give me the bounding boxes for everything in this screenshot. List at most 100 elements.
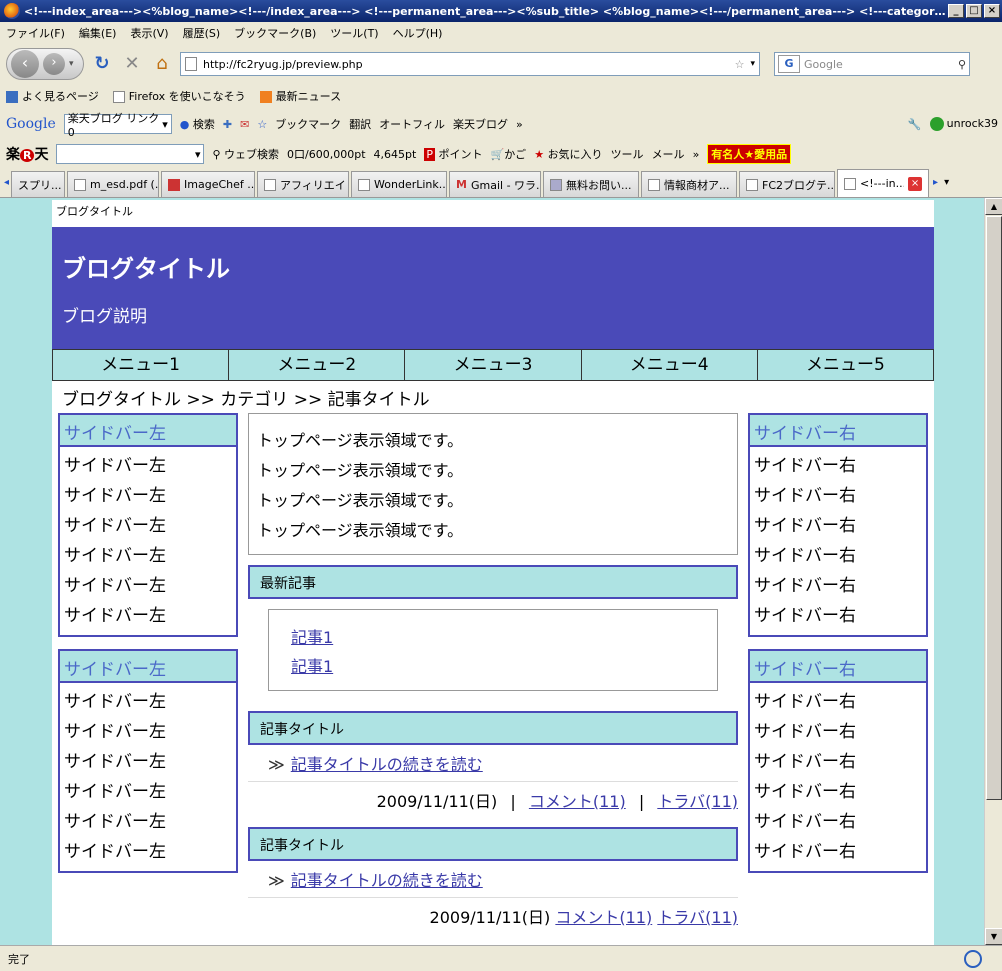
bookmark-firefox-tips[interactable]: Firefox を使いこなそう bbox=[112, 88, 246, 104]
tab-active[interactable]: <!---in... × bbox=[837, 169, 930, 197]
bookmark-most-visited[interactable]: よく見るページ bbox=[6, 88, 99, 104]
home-icon[interactable]: ⌂ bbox=[150, 52, 174, 76]
lottery-points[interactable]: 0口/600,000pt bbox=[287, 146, 366, 162]
vertical-scrollbar[interactable]: ▲ ▼ bbox=[984, 198, 1002, 945]
search-icon[interactable]: ⚲ bbox=[958, 58, 966, 71]
menu-edit[interactable]: 編集(E) bbox=[79, 25, 117, 41]
forward-button[interactable]: › bbox=[43, 53, 65, 75]
comment-link[interactable]: コメント(11) bbox=[555, 908, 652, 927]
tab-2[interactable]: m_esd.pdf (... bbox=[67, 171, 160, 197]
points-button[interactable]: P ポイント bbox=[424, 146, 482, 162]
top-page-area: トップページ表示領域です。 トップページ表示領域です。 トップページ表示領域です… bbox=[248, 413, 738, 555]
address-bar[interactable]: http://fc2ryug.jp/preview.php ☆ ▾ bbox=[180, 52, 760, 76]
sidebar-left-item: サイドバー左 bbox=[64, 782, 166, 802]
page-viewport: ブログタイトル ブログタイトル ブログ説明 メニュー1 メニュー2 メニュー3 … bbox=[0, 198, 1002, 945]
readmore-link[interactable]: 記事タイトルの続きを読む bbox=[291, 871, 483, 890]
menu-help[interactable]: ヘルプ(H) bbox=[393, 25, 443, 41]
tab-list-icon[interactable]: ▾ bbox=[944, 177, 949, 188]
latest-entry-link[interactable]: 記事1 bbox=[291, 628, 333, 647]
addon-status-icon[interactable] bbox=[964, 949, 982, 968]
tab-6[interactable]: M Gmail - ワラ... bbox=[449, 171, 542, 197]
menu-file[interactable]: ファイル(F) bbox=[6, 25, 65, 41]
chevron-down-icon[interactable]: ▾ bbox=[162, 118, 168, 131]
menu-bar: ファイル(F) 編集(E) 表示(V) 履歴(S) ブックマーク(B) ツール(… bbox=[0, 22, 1002, 44]
more-button[interactable]: » bbox=[693, 148, 700, 161]
trackback-link[interactable]: トラバ(11) bbox=[657, 908, 738, 927]
url-text[interactable]: http://fc2ryug.jp/preview.php bbox=[203, 58, 729, 71]
menu-history[interactable]: 履歴(S) bbox=[183, 25, 221, 41]
page-icon bbox=[358, 178, 371, 191]
readmore-link[interactable]: 記事タイトルの続きを読む bbox=[291, 755, 483, 774]
celebrity-badge[interactable]: 有名人★愛用品 bbox=[707, 144, 792, 164]
sidebar-right-title: サイドバー右 bbox=[750, 651, 926, 683]
history-dropdown-icon[interactable]: ▾ bbox=[69, 59, 74, 69]
menu-view[interactable]: 表示(V) bbox=[130, 25, 168, 41]
translate-button[interactable]: 翻訳 bbox=[349, 116, 371, 132]
tab-7[interactable]: 無料お問い... bbox=[543, 171, 640, 197]
menu-item-1[interactable]: メニュー1 bbox=[52, 350, 230, 381]
tab-strip: ◂ スプリ... m_esd.pdf (... ImageChef ... アフ… bbox=[0, 168, 1002, 198]
mail-button[interactable]: メール bbox=[652, 146, 685, 162]
tab-3[interactable]: ImageChef ... bbox=[161, 171, 256, 197]
latest-entry-link[interactable]: 記事1 bbox=[291, 657, 333, 676]
scroll-thumb[interactable] bbox=[986, 216, 1002, 800]
scroll-up-icon[interactable]: ▲ bbox=[985, 198, 1002, 215]
google-logo: Google bbox=[6, 116, 56, 132]
tab-scroll-left-icon[interactable]: ◂ bbox=[4, 177, 9, 188]
close-tab-icon[interactable]: × bbox=[908, 176, 923, 191]
search-input[interactable]: Google bbox=[804, 58, 954, 71]
bookmark-star-icon[interactable]: ☆ bbox=[735, 58, 745, 71]
stop-icon[interactable]: ✕ bbox=[120, 52, 144, 76]
bookmark-latest-news[interactable]: 最新ニュース bbox=[259, 88, 341, 104]
menu-item-4[interactable]: メニュー4 bbox=[581, 350, 758, 381]
menu-tools[interactable]: ツール(T) bbox=[330, 25, 378, 41]
wrench-icon[interactable]: 🔧 bbox=[908, 118, 922, 131]
tab-4[interactable]: アフィリエイト... bbox=[257, 171, 350, 197]
status-text: 完了 bbox=[8, 952, 30, 966]
autofill-button[interactable]: オートフィル bbox=[379, 116, 445, 132]
scroll-down-icon[interactable]: ▼ bbox=[985, 928, 1002, 945]
tab-9[interactable]: FC2ブログテ... bbox=[739, 171, 836, 197]
sidebar-left-box: サイドバー左 サイドバー左 サイドバー左 サイドバー左 サイドバー左 サイドバー… bbox=[58, 413, 238, 637]
google-search-combo[interactable]: 楽天ブログ リンク0 ▾ bbox=[63, 112, 172, 139]
blog-title[interactable]: ブログタイトル bbox=[62, 249, 934, 284]
rakuten-search-input[interactable]: ▾ bbox=[56, 144, 205, 164]
rakuten-logo[interactable]: 楽R天 bbox=[6, 144, 48, 164]
tab-8[interactable]: 情報商材ア... bbox=[641, 171, 738, 197]
trackback-link[interactable]: トラバ(11) bbox=[657, 792, 738, 811]
tab-scroll-right-icon[interactable]: ▸ bbox=[933, 177, 938, 188]
tools-button[interactable]: ツール bbox=[611, 146, 644, 162]
rakuten-toolbar: 楽R天 ▾ ⚲ ウェブ検索 0口/600,000pt 4,645pt P ポイン… bbox=[0, 140, 1002, 168]
cart-button[interactable]: 🛒かご bbox=[490, 146, 526, 162]
sidebar-right-item: サイドバー右 bbox=[754, 842, 856, 862]
comment-link[interactable]: コメント(11) bbox=[529, 792, 626, 811]
maximize-button[interactable]: □ bbox=[966, 4, 982, 18]
menu-item-5[interactable]: メニュー5 bbox=[757, 350, 935, 381]
more-button[interactable]: » bbox=[516, 118, 523, 131]
tab-5[interactable]: WonderLink... bbox=[351, 171, 448, 197]
menu-item-3[interactable]: メニュー3 bbox=[405, 350, 582, 381]
minimize-button[interactable]: _ bbox=[948, 4, 964, 18]
tab-1[interactable]: スプリ... bbox=[11, 171, 66, 197]
google-search-button[interactable]: ● 検索 bbox=[180, 116, 215, 132]
readmore-mark: ≫ bbox=[268, 871, 285, 890]
menu-bookmarks[interactable]: ブックマーク(B) bbox=[234, 25, 316, 41]
menu-item-2[interactable]: メニュー2 bbox=[229, 350, 406, 381]
favorites-button[interactable]: ★ お気に入り bbox=[534, 146, 602, 162]
rakuten-blog-button[interactable]: 楽天ブログ bbox=[453, 116, 508, 132]
bookmark-star-icon[interactable]: ☆ bbox=[257, 118, 267, 131]
mail-icon[interactable]: ✉ bbox=[240, 118, 249, 131]
user-account[interactable]: unrock39 bbox=[929, 117, 998, 131]
sidebar-right-item: サイドバー右 bbox=[754, 576, 856, 596]
google-bookmarks-button[interactable]: ブックマーク bbox=[275, 116, 341, 132]
chevron-down-icon[interactable]: ▾ bbox=[195, 148, 201, 161]
plus-icon[interactable]: ✚ bbox=[223, 118, 232, 131]
google-engine-icon[interactable]: G bbox=[778, 55, 800, 73]
close-window-button[interactable]: × bbox=[984, 4, 1000, 18]
reload-icon[interactable]: ↻ bbox=[90, 52, 114, 76]
url-dropdown-icon[interactable]: ▾ bbox=[750, 59, 755, 69]
back-button[interactable]: ‹ bbox=[11, 50, 39, 78]
search-box[interactable]: G Google ⚲ bbox=[774, 52, 970, 76]
super-points[interactable]: 4,645pt bbox=[374, 148, 417, 161]
web-search-button[interactable]: ⚲ ウェブ検索 bbox=[212, 146, 279, 162]
